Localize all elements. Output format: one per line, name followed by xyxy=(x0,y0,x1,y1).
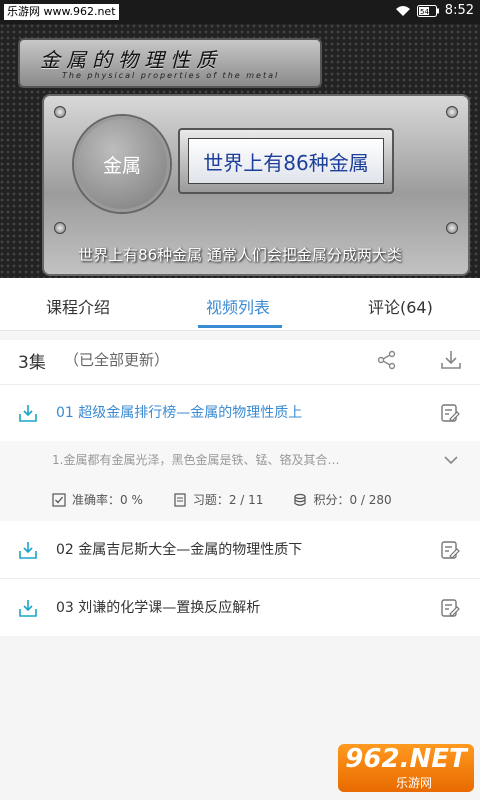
share-icon[interactable] xyxy=(377,350,397,370)
episode-title[interactable]: 03 刘谦的化学课—置换反应解析 xyxy=(56,597,260,617)
tab-bar: 课程介绍 视频列表 评论(64) xyxy=(0,278,480,331)
episode-title[interactable]: 02 金属吉尼斯大全—金属的物理性质下 xyxy=(56,539,302,559)
site-logo-sub: 乐游网 xyxy=(396,776,433,790)
notes-edit-icon[interactable] xyxy=(440,403,460,423)
download-icon[interactable] xyxy=(18,403,38,423)
points-stat: 积分：0 / 280 xyxy=(293,491,392,508)
site-watermark: 乐游网 www.962.net xyxy=(4,4,119,20)
episode-stats: 准确率：0 % 习题：2 / 11 积分：0 / 280 xyxy=(52,491,422,508)
notes-edit-icon[interactable] xyxy=(440,598,460,618)
wifi-icon xyxy=(395,5,410,16)
video-subtitle-en: The physical properties of the metal xyxy=(62,71,280,80)
download-all-icon[interactable] xyxy=(440,349,462,371)
episode-description: 1.金属都有金属光泽，黑色金属是铁、锰、铬及其合… xyxy=(52,453,340,467)
screw-icon xyxy=(54,106,66,118)
tab-course-intro[interactable]: 课程介绍 xyxy=(46,294,110,318)
site-logo-text: 962.NET xyxy=(345,744,467,774)
episode-row[interactable]: 01 超级金属排行榜—金属的物理性质上 xyxy=(0,385,480,441)
checkbox-icon xyxy=(52,492,66,507)
screw-icon xyxy=(54,222,66,234)
exercise-stat: 习题：2 / 11 xyxy=(173,491,264,508)
tab-video-list[interactable]: 视频列表 xyxy=(206,294,270,318)
chevron-down-icon[interactable] xyxy=(442,451,460,469)
status-bar: 乐游网 www.962.net 54 8:52 xyxy=(0,0,480,24)
metal-circle-label: 金属 xyxy=(74,116,170,212)
exercise-text: 习题：2 / 11 xyxy=(192,493,264,507)
video-player[interactable]: 金属的物理性质 The physical properties of the m… xyxy=(0,24,480,278)
screw-icon xyxy=(446,106,458,118)
playlist-header: 3集 （已全部更新） xyxy=(0,340,480,385)
points-text: 积分：0 / 280 xyxy=(313,493,392,507)
download-icon[interactable] xyxy=(18,540,38,560)
tab-comments[interactable]: 评论(64) xyxy=(368,294,433,318)
battery-level: 54 xyxy=(420,8,429,16)
accuracy-text: 准确率：0 % xyxy=(72,493,143,507)
download-icon[interactable] xyxy=(18,598,38,618)
document-icon xyxy=(174,492,186,507)
clock: 8:52 xyxy=(444,3,474,18)
episode-row[interactable]: 03 刘谦的化学课—置换反应解析 xyxy=(0,580,480,636)
episode-count: 3集 xyxy=(18,353,46,373)
episode-detail: 1.金属都有金属光泽，黑色金属是铁、锰、铬及其合… 准确率：0 % 习题：2 /… xyxy=(0,441,480,521)
playlist-card: 3集 （已全部更新） 01 超级金属排行榜—金属的物理性质上 1.金属都有金属光… xyxy=(0,340,480,636)
active-tab-indicator xyxy=(198,325,282,328)
update-status: （已全部更新） xyxy=(64,351,170,369)
screw-icon xyxy=(446,222,458,234)
battery-icon: 54 xyxy=(416,4,439,17)
main-label-frame: 世界上有86种金属 xyxy=(178,128,394,194)
episode-title[interactable]: 01 超级金属排行榜—金属的物理性质上 xyxy=(56,402,302,422)
video-caption: 世界上有86种金属 通常人们会把金属分成两大类 xyxy=(78,246,402,264)
notes-edit-icon[interactable] xyxy=(440,540,460,560)
accuracy-stat: 准确率：0 % xyxy=(52,491,143,508)
episode-row[interactable]: 02 金属吉尼斯大全—金属的物理性质下 xyxy=(0,522,480,579)
main-label: 世界上有86种金属 xyxy=(188,138,384,184)
coins-icon xyxy=(294,493,307,506)
video-title: 金属的物理性质 xyxy=(40,48,222,72)
